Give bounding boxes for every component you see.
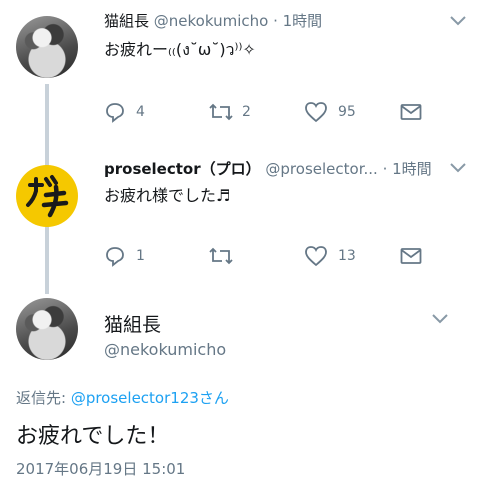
reply-icon bbox=[106, 103, 124, 123]
chevron-down-icon[interactable] bbox=[450, 163, 466, 173]
retweet-button[interactable] bbox=[208, 245, 304, 267]
retweet-icon bbox=[209, 247, 233, 265]
tweet2-header: proselector（プロ） @proselector... · 1時間 bbox=[104, 158, 432, 179]
author-handle: @nekokumicho bbox=[104, 340, 227, 359]
like-button[interactable]: 95 bbox=[304, 101, 400, 123]
tweet1-header: 猫組長 @nekokumicho · 1時間 bbox=[104, 10, 322, 31]
reply-count: 1 bbox=[136, 248, 145, 264]
author-name[interactable]: 猫組長 bbox=[104, 310, 161, 337]
tweet2-actions: 1 13 bbox=[104, 245, 422, 267]
envelope-icon bbox=[400, 248, 422, 264]
author-handle: @proselector... bbox=[265, 160, 378, 178]
reply-button[interactable]: 4 bbox=[104, 101, 208, 123]
dm-button[interactable] bbox=[400, 103, 422, 121]
tweet-timestamp: 2017年06月19日 15:01 bbox=[16, 460, 186, 478]
author-name[interactable]: 猫組長 bbox=[104, 12, 149, 30]
tweet-time: · 1時間 bbox=[273, 12, 323, 30]
retweet-button[interactable]: 2 bbox=[208, 101, 304, 123]
like-count: 95 bbox=[338, 104, 356, 120]
conversation-view: 猫組長 @nekokumicho · 1時間 お疲れー₍₍(ง˘ω˘)ว⁾⁾✧ … bbox=[0, 0, 480, 484]
tweet-text: お疲れでした！ bbox=[16, 424, 170, 449]
reply-label: 返信先: bbox=[16, 389, 71, 407]
like-count: 13 bbox=[338, 248, 356, 264]
gachi-logo-icon bbox=[26, 175, 69, 218]
avatar[interactable] bbox=[16, 165, 78, 227]
reply-context: 返信先: @proselector123さん bbox=[16, 387, 229, 408]
reply-icon bbox=[106, 247, 124, 267]
chevron-down-icon[interactable] bbox=[450, 16, 466, 26]
retweet-count: 2 bbox=[242, 104, 251, 120]
tweet-text: お疲れ様でした♬ bbox=[104, 186, 231, 205]
tweet-time: · 1時間 bbox=[382, 160, 432, 178]
reply-button[interactable]: 1 bbox=[104, 245, 208, 267]
avatar[interactable] bbox=[16, 298, 78, 360]
author-name[interactable]: proselector（プロ） bbox=[104, 160, 261, 178]
dm-button[interactable] bbox=[400, 247, 422, 265]
like-button[interactable]: 13 bbox=[304, 245, 400, 267]
heart-icon bbox=[305, 246, 327, 267]
retweet-icon bbox=[209, 103, 233, 121]
envelope-icon bbox=[400, 104, 422, 120]
avatar[interactable] bbox=[16, 16, 78, 78]
chevron-down-icon[interactable] bbox=[432, 314, 448, 324]
tweet-text: お疲れー₍₍(ง˘ω˘)ว⁾⁾✧ bbox=[104, 40, 256, 59]
reply-count: 4 bbox=[136, 104, 145, 120]
reply-mention-link[interactable]: @proselector123さん bbox=[71, 389, 229, 407]
tweet1-actions: 4 2 95 bbox=[104, 101, 422, 123]
heart-icon bbox=[305, 102, 327, 123]
author-handle: @nekokumicho bbox=[153, 12, 269, 30]
